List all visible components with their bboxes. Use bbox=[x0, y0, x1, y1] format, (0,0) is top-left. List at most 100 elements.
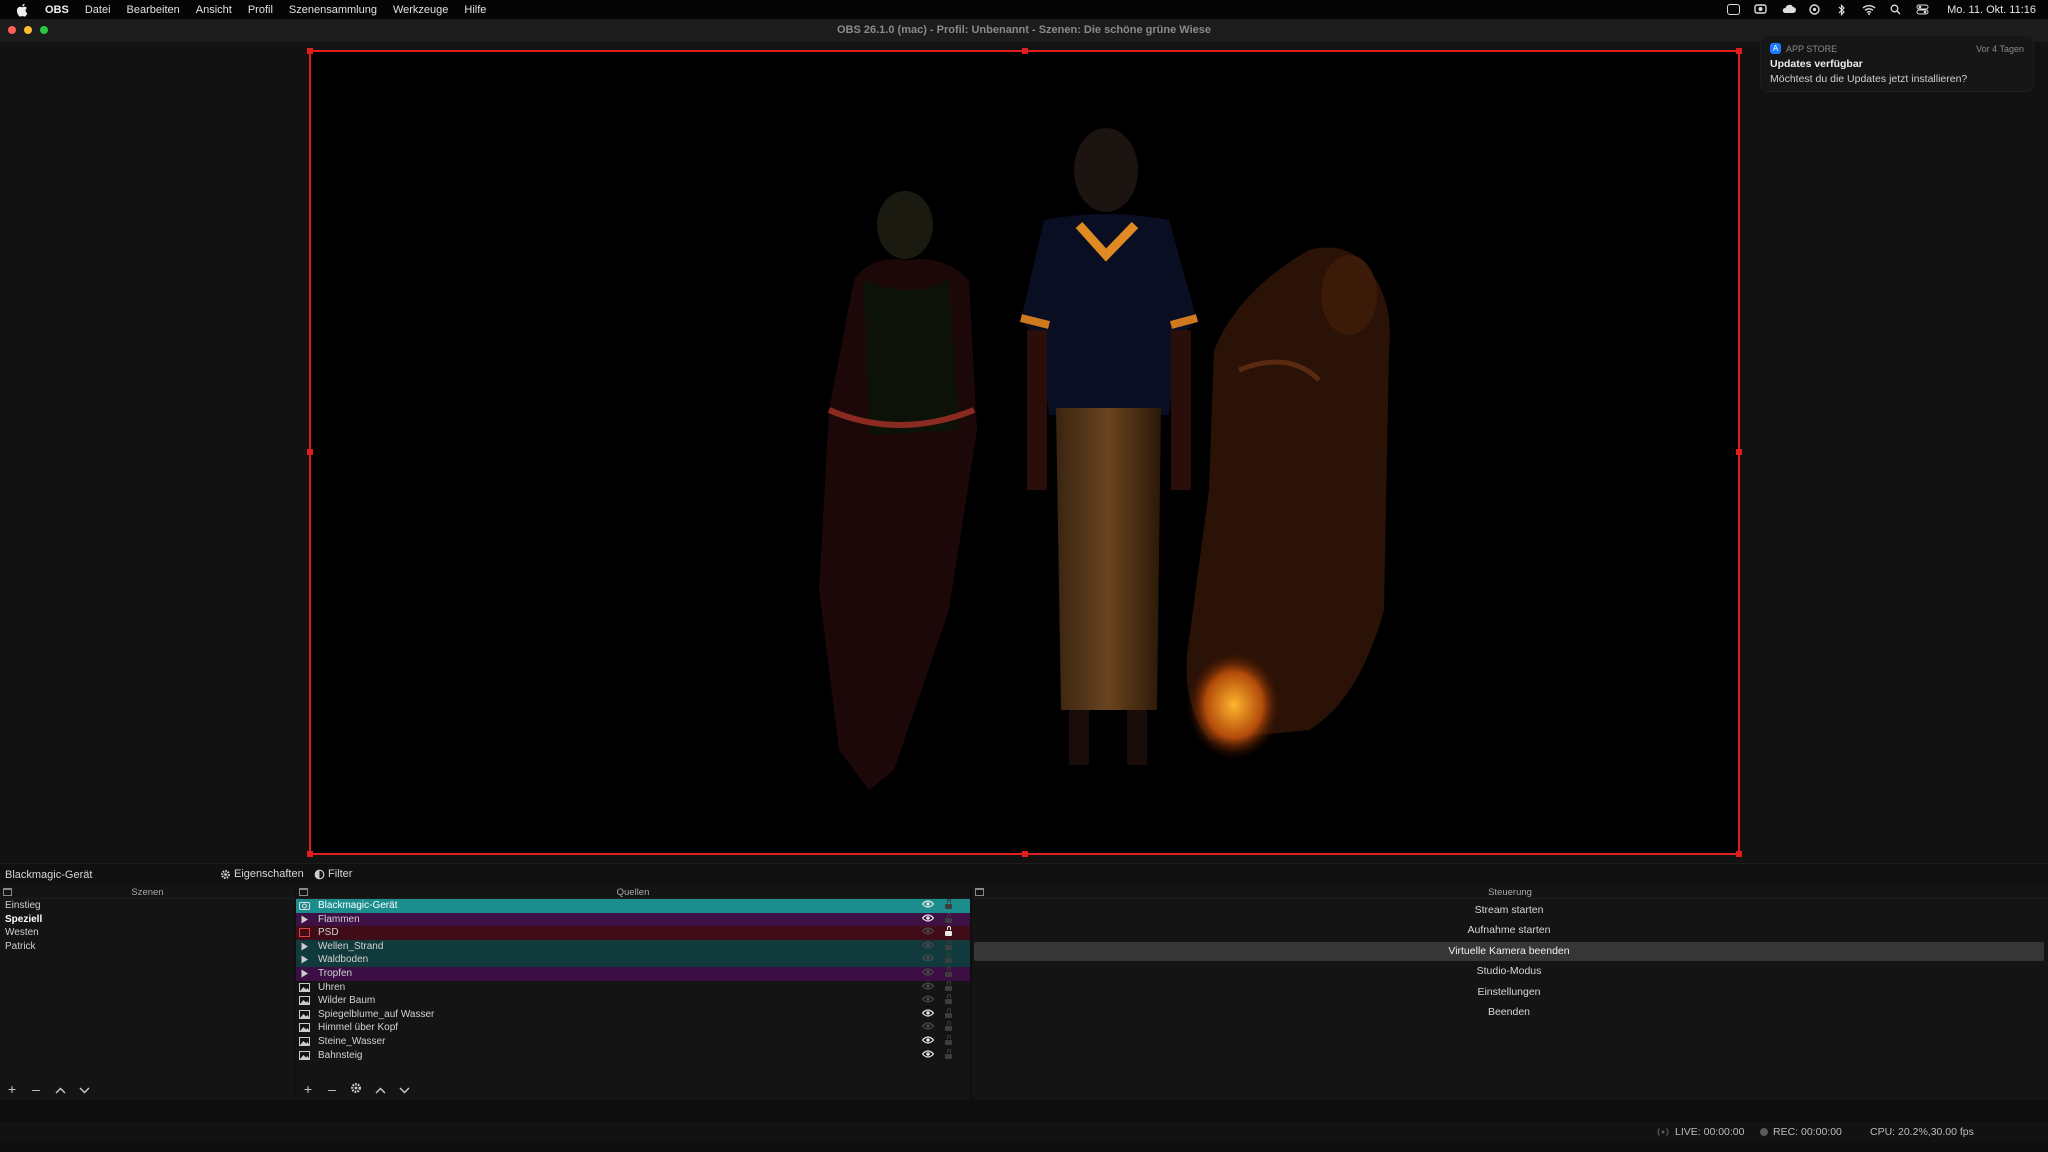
visibility-eye-icon[interactable] bbox=[921, 1049, 935, 1063]
source-label: Wellen_Strand bbox=[318, 940, 384, 952]
start-stream-button[interactable]: Stream starten bbox=[974, 900, 2044, 920]
visibility-eye-icon[interactable] bbox=[921, 967, 935, 981]
start-recording-button[interactable]: Aufnahme starten bbox=[974, 921, 2044, 940]
menu-werkzeuge[interactable]: Werkzeuge bbox=[393, 4, 448, 16]
menu-datei[interactable]: Datei bbox=[85, 4, 111, 16]
source-row[interactable]: Waldboden bbox=[296, 953, 970, 967]
record-dot-icon bbox=[1760, 1128, 1768, 1136]
source-row[interactable]: Uhren bbox=[296, 980, 970, 995]
stop-virtual-camera-button[interactable]: Virtuelle Kamera beenden bbox=[974, 941, 2044, 961]
source-properties-button[interactable] bbox=[350, 1081, 362, 1097]
menu-ansicht[interactable]: Ansicht bbox=[196, 4, 232, 16]
move-scene-down-button[interactable] bbox=[78, 1081, 90, 1097]
bluetooth-icon[interactable] bbox=[1835, 4, 1848, 16]
lock-icon[interactable] bbox=[945, 1048, 952, 1059]
status-bar: LIVE: 00:00:00 REC: 00:00:00 CPU: 20.2%,… bbox=[0, 1122, 2048, 1143]
menu-clock[interactable]: Mo. 11. Okt. 11:16 bbox=[1947, 4, 2036, 16]
menu-szenensammlung[interactable]: Szenensammlung bbox=[289, 4, 377, 16]
settings-button[interactable]: Einstellungen bbox=[974, 982, 2044, 1002]
remove-source-button[interactable]: – bbox=[326, 1081, 338, 1097]
add-source-button[interactable]: + bbox=[302, 1081, 314, 1097]
source-row[interactable]: Wellen_Strand bbox=[296, 939, 970, 954]
lock-icon[interactable] bbox=[945, 953, 952, 964]
apple-icon[interactable] bbox=[14, 2, 30, 18]
visibility-eye-icon[interactable] bbox=[921, 1021, 935, 1035]
creative-cloud-icon[interactable] bbox=[1808, 4, 1821, 15]
menu-bar: OBS Datei Bearbeiten Ansicht Profil Szen… bbox=[0, 0, 2048, 19]
sources-toolbar: + – bbox=[296, 1078, 970, 1100]
visibility-eye-icon[interactable] bbox=[921, 940, 935, 954]
wifi-icon[interactable] bbox=[1862, 4, 1876, 15]
lock-icon[interactable] bbox=[945, 1007, 952, 1018]
cpu-fps: CPU: 20.2%,30.00 fps bbox=[1870, 1126, 1974, 1138]
source-row[interactable]: Spiegelblume_auf Wasser bbox=[296, 1007, 970, 1022]
studio-mode-button[interactable]: Studio-Modus bbox=[974, 962, 2044, 981]
image-icon bbox=[299, 1036, 310, 1046]
source-row[interactable]: Bahnsteig bbox=[296, 1048, 970, 1063]
move-source-down-button[interactable] bbox=[398, 1081, 410, 1097]
lock-icon[interactable] bbox=[945, 1021, 952, 1032]
visibility-eye-icon[interactable] bbox=[921, 1035, 935, 1049]
source-label: Waldboden bbox=[318, 954, 369, 966]
source-row[interactable]: Himmel über Kopf bbox=[296, 1021, 970, 1035]
menu-app-name[interactable]: OBS bbox=[45, 4, 69, 16]
window-titlebar: OBS 26.1.0 (mac) - Profil: Unbenannt - S… bbox=[0, 19, 2048, 43]
exit-button[interactable]: Beenden bbox=[974, 1003, 2044, 1022]
menu-hilfe[interactable]: Hilfe bbox=[464, 4, 486, 16]
visibility-eye-icon[interactable] bbox=[921, 981, 935, 995]
lock-icon[interactable] bbox=[945, 926, 952, 937]
notification-body: Möchtest du die Updates jetzt installier… bbox=[1770, 73, 1968, 85]
play-icon bbox=[299, 969, 310, 978]
source-row[interactable]: PSD bbox=[296, 926, 970, 940]
lock-icon[interactable] bbox=[945, 899, 952, 909]
move-scene-up-button[interactable] bbox=[54, 1081, 66, 1097]
filter-button[interactable]: Filter bbox=[314, 868, 352, 880]
scene-item-einstieg[interactable]: Einstieg bbox=[0, 899, 295, 913]
app-store-icon: A bbox=[1770, 43, 1781, 54]
source-label: Tropfen bbox=[318, 967, 353, 979]
source-row[interactable]: Flammen bbox=[296, 912, 970, 927]
scene-item-westen[interactable]: Westen bbox=[0, 926, 295, 940]
control-center-icon[interactable] bbox=[1916, 4, 1929, 15]
move-source-up-button[interactable] bbox=[374, 1081, 386, 1097]
image-icon bbox=[299, 996, 310, 1006]
menu-profil[interactable]: Profil bbox=[248, 4, 273, 16]
filter-icon bbox=[314, 869, 325, 879]
source-label: Spiegelblume_auf Wasser bbox=[318, 1008, 435, 1020]
lock-icon[interactable] bbox=[945, 1034, 952, 1045]
play-icon bbox=[299, 942, 310, 951]
obs-tray-icon[interactable] bbox=[1727, 4, 1741, 15]
controls-dock-title: Steuerung bbox=[1488, 887, 1532, 898]
visibility-eye-icon[interactable] bbox=[921, 953, 935, 967]
image-icon bbox=[299, 1050, 310, 1060]
source-row[interactable]: Wilder Baum bbox=[296, 994, 970, 1008]
properties-button[interactable]: Eigenschaften bbox=[220, 868, 304, 880]
lock-icon[interactable] bbox=[945, 966, 952, 977]
source-row[interactable]: Tropfen bbox=[296, 966, 970, 981]
image-icon bbox=[299, 982, 310, 992]
sources-dock: Quellen Blackmagic-Gerät Flammen PSD Wellen… bbox=[296, 885, 970, 1100]
remove-scene-button[interactable]: – bbox=[30, 1081, 42, 1097]
source-row[interactable]: Blackmagic-Gerät bbox=[296, 899, 970, 913]
lock-icon[interactable] bbox=[945, 994, 952, 1005]
screen-share-icon[interactable] bbox=[1754, 4, 1767, 15]
add-scene-button[interactable]: + bbox=[6, 1081, 18, 1097]
visibility-eye-icon[interactable] bbox=[921, 899, 935, 913]
visibility-eye-icon[interactable] bbox=[921, 913, 935, 927]
lock-icon[interactable] bbox=[945, 980, 952, 991]
menu-bearbeiten[interactable]: Bearbeiten bbox=[127, 4, 180, 16]
visibility-eye-icon[interactable] bbox=[921, 1008, 935, 1022]
control-buttons: Stream starten Aufnahme starten Virtuell… bbox=[972, 900, 2048, 1022]
scene-item-speziell[interactable]: Speziell bbox=[0, 912, 295, 926]
source-row[interactable]: Steine_Wasser bbox=[296, 1034, 970, 1049]
source-label: Wilder Baum bbox=[318, 995, 376, 1007]
update-notification[interactable]: A APP STORE Vor 4 Tagen Updates verfügba… bbox=[1760, 35, 2034, 92]
visibility-eye-icon[interactable] bbox=[921, 926, 935, 940]
lock-icon[interactable] bbox=[945, 912, 952, 923]
lock-icon[interactable] bbox=[945, 939, 952, 950]
spotlight-search-icon[interactable] bbox=[1889, 4, 1902, 15]
visibility-eye-icon[interactable] bbox=[921, 994, 935, 1008]
cloud-icon[interactable] bbox=[1781, 4, 1797, 15]
preview-canvas[interactable] bbox=[309, 50, 1740, 855]
scene-item-patrick[interactable]: Patrick bbox=[0, 940, 295, 954]
